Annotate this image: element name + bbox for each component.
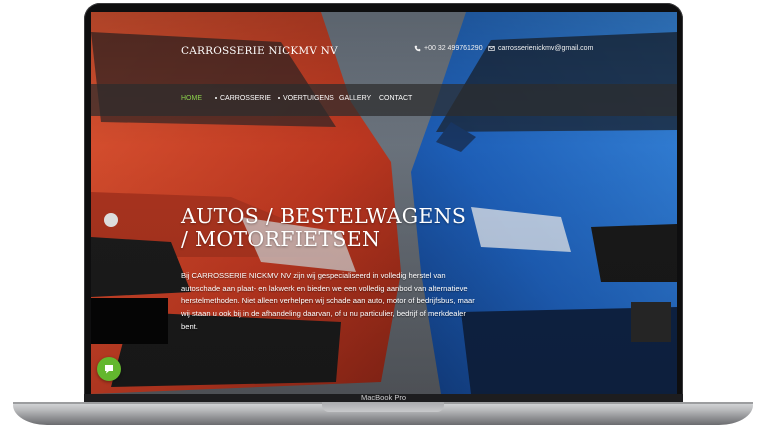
hero-description: Bij CARROSSERIE NICKMV NV zijn wij gespe… [181, 271, 475, 331]
chat-button[interactable] [97, 357, 121, 381]
hero-title: AUTOS / BESTELWAGENS / MOTORFIETSEN [181, 204, 467, 251]
background-overlay [91, 12, 677, 394]
nav-item-voertuigens[interactable]: VOERTUIGENS [278, 95, 334, 102]
header-email[interactable]: carrosserienickmv@gmail.com [488, 45, 593, 52]
nav-item-carrosserie[interactable]: CARROSSERIE [215, 95, 271, 102]
main-navigation-bar: HOME CARROSSERIE VOERTUIGENS GALLERY CON… [91, 84, 677, 116]
laptop-notch [322, 402, 444, 412]
chat-bubble-icon [105, 365, 113, 374]
nav-item-contact[interactable]: CONTACT [379, 95, 412, 102]
phone-number: +00 32 499761290 [424, 45, 483, 52]
email-address: carrosserienickmv@gmail.com [498, 45, 594, 52]
nav-item-gallery[interactable]: GALLERY [339, 95, 371, 102]
device-label: MacBook Pro [360, 393, 407, 402]
website-screen: CARROSSERIE NICKMV NV +00 32 499761290 c… [91, 12, 677, 394]
black-overlay-box [91, 298, 168, 344]
header-phone[interactable]: +00 32 499761290 [414, 45, 483, 52]
nav-item-label: VOERTUIGENS [283, 95, 334, 102]
nav-item-label: CARROSSERIE [220, 95, 271, 102]
site-brand-logo[interactable]: CARROSSERIE NICKMV NV [181, 45, 338, 57]
nav-item-home[interactable]: HOME [181, 95, 202, 102]
dropdown-indicator-icon [215, 97, 217, 100]
dropdown-indicator-icon [278, 97, 280, 100]
envelope-icon [488, 46, 495, 51]
phone-icon [414, 45, 421, 52]
